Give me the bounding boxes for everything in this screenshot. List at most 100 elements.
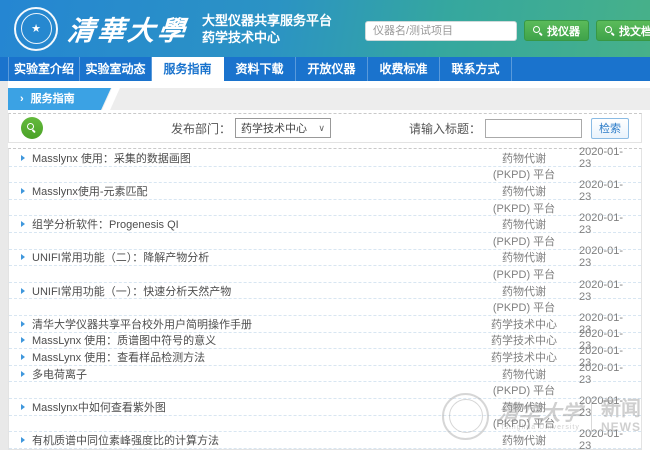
bullet-arrow-icon xyxy=(21,288,25,294)
search-circle-icon xyxy=(21,117,43,139)
filter-panel: 发布部门： 药学技术中心 ∨ 请输入标题： 检索 xyxy=(8,113,642,143)
article-title[interactable]: UNIFI常用功能（二）：降解产物分析 xyxy=(9,249,469,265)
department-label: 发布部门： xyxy=(171,120,231,137)
article-department: 药物代谢 xyxy=(469,216,579,232)
article-date: 2020-01-23 xyxy=(579,245,641,269)
breadcrumb: › 服务指南 xyxy=(8,88,111,110)
article-title[interactable]: 清华大学仪器共享平台校外用户简明操作手册 xyxy=(9,316,469,332)
tab-downloads[interactable]: 资料下载 xyxy=(224,57,296,81)
main-nav: 实验室介绍实验室动态服务指南资料下载开放仪器收费标准联系方式 xyxy=(0,57,650,81)
list-item-continuation: (PKPD) 平台 xyxy=(9,167,641,184)
list-item: UNIFI常用功能（一）：快速分析天然产物药物代谢2020-01-23 xyxy=(9,283,641,300)
emblem-star-icon: ★ xyxy=(21,13,52,44)
search-icon xyxy=(533,26,543,36)
find-instrument-label: 找仪器 xyxy=(547,23,580,39)
search-submit-button[interactable]: 检索 xyxy=(591,118,629,139)
search-icon xyxy=(605,26,615,36)
article-title[interactable]: 有机质谱中同位素峰强度比的计算方法 xyxy=(9,432,469,448)
list-item: Masslynx使用-元素匹配药物代谢2020-01-23 xyxy=(9,183,641,200)
article-department-line2: (PKPD) 平台 xyxy=(469,382,579,398)
article-title[interactable]: 组学分析软件：Progenesis QI xyxy=(9,216,469,232)
instrument-search-input[interactable] xyxy=(365,21,517,41)
breadcrumb-bar: › 服务指南 xyxy=(8,88,650,110)
article-department-line2: (PKPD) 平台 xyxy=(469,415,579,431)
bullet-arrow-icon xyxy=(21,337,25,343)
list-item-continuation: (PKPD) 平台 xyxy=(9,382,641,399)
site-titles: 大型仪器共享服务平台 药学技术中心 xyxy=(202,12,332,46)
find-document-label: 找文档 xyxy=(619,23,650,39)
list-item: Masslynx 使用：采集的数据画图药物代谢2020-01-23 xyxy=(9,150,641,167)
title-search-input[interactable] xyxy=(485,119,582,138)
article-title[interactable]: MassLynx 使用：查看样品检测方法 xyxy=(9,349,469,365)
article-department-line2: (PKPD) 平台 xyxy=(469,200,579,216)
article-title-text: UNIFI常用功能（一）：快速分析天然产物 xyxy=(32,283,231,299)
find-instrument-button[interactable]: 找仪器 xyxy=(524,20,589,41)
article-date: 2020-01-23 xyxy=(579,146,641,170)
tab-open-instruments[interactable]: 开放仪器 xyxy=(296,57,368,81)
article-department-line2: (PKPD) 平台 xyxy=(469,166,579,182)
article-title[interactable]: Masslynx使用-元素匹配 xyxy=(9,183,469,199)
list-item: Masslynx中如何查看紫外图药物代谢2020-01-23 xyxy=(9,399,641,416)
bullet-arrow-icon xyxy=(21,321,25,327)
list-item-continuation: (PKPD) 平台 xyxy=(9,416,641,433)
article-department: 药物代谢 xyxy=(469,183,579,199)
article-date: 2020-01-23 xyxy=(579,428,641,450)
article-department: 药物代谢 xyxy=(469,432,579,448)
article-title[interactable]: Masslynx中如何查看紫外图 xyxy=(9,399,469,415)
breadcrumb-label: 服务指南 xyxy=(31,93,75,105)
tab-fee-standards[interactable]: 收费标准 xyxy=(368,57,440,81)
article-title-text: MassLynx 使用：查看样品检测方法 xyxy=(32,349,205,365)
site-header: ★ 清華大學 大型仪器共享服务平台 药学技术中心 找仪器 找文档 xyxy=(0,0,650,57)
article-title-text: 有机质谱中同位素峰强度比的计算方法 xyxy=(32,432,219,448)
tab-lab-news[interactable]: 实验室动态 xyxy=(80,57,152,81)
list-item-continuation: (PKPD) 平台 xyxy=(9,266,641,283)
article-department-line2: (PKPD) 平台 xyxy=(469,299,579,315)
article-date: 2020-01-23 xyxy=(579,279,641,303)
article-title-text: Masslynx 使用：采集的数据画图 xyxy=(32,150,191,166)
list-item: MassLynx 使用：查看样品检测方法药学技术中心2020-01-23 xyxy=(9,349,641,366)
department-selected-value: 药学技术中心 xyxy=(241,120,307,136)
article-title[interactable]: UNIFI常用功能（一）：快速分析天然产物 xyxy=(9,283,469,299)
tab-lab-intro[interactable]: 实验室介绍 xyxy=(8,57,80,81)
article-title-text: Masslynx中如何查看紫外图 xyxy=(32,399,166,415)
article-department: 药物代谢 xyxy=(469,150,579,166)
article-title[interactable]: Masslynx 使用：采集的数据画图 xyxy=(9,150,469,166)
title-search-label: 请输入标题： xyxy=(409,120,481,137)
chevron-right-icon: › xyxy=(20,93,24,105)
article-list: Masslynx 使用：采集的数据画图药物代谢2020-01-23(PKPD) … xyxy=(8,148,642,450)
department-filter-group: 发布部门： 药学技术中心 ∨ xyxy=(171,118,331,138)
article-date: 2020-01-23 xyxy=(579,212,641,236)
article-department-line2: (PKPD) 平台 xyxy=(469,266,579,282)
article-title-text: MassLynx 使用：质谱图中符号的意义 xyxy=(32,332,216,348)
list-item-continuation: (PKPD) 平台 xyxy=(9,233,641,250)
article-department: 药物代谢 xyxy=(469,249,579,265)
article-date: 2020-01-23 xyxy=(579,362,641,386)
tab-service-guide[interactable]: 服务指南 xyxy=(152,57,224,81)
center-title: 药学技术中心 xyxy=(202,29,332,46)
platform-title: 大型仪器共享服务平台 xyxy=(202,12,332,29)
list-item: 组学分析软件：Progenesis QI药物代谢2020-01-23 xyxy=(9,216,641,233)
article-title-text: 组学分析软件：Progenesis QI xyxy=(32,216,179,232)
tsinghua-emblem-logo: ★ xyxy=(14,7,58,51)
list-item-continuation: (PKPD) 平台 xyxy=(9,299,641,316)
list-item: 多电荷离子药物代谢2020-01-23 xyxy=(9,366,641,383)
bullet-arrow-icon xyxy=(21,221,25,227)
article-title-text: 清华大学仪器共享平台校外用户简明操作手册 xyxy=(32,316,252,332)
bullet-arrow-icon xyxy=(21,254,25,260)
page-left-margin xyxy=(0,81,8,450)
article-title-text: UNIFI常用功能（二）：降解产物分析 xyxy=(32,249,209,265)
article-title-text: Masslynx使用-元素匹配 xyxy=(32,183,148,199)
department-select[interactable]: 药学技术中心 ∨ xyxy=(235,118,331,138)
bullet-arrow-icon xyxy=(21,371,25,377)
article-title[interactable]: MassLynx 使用：质谱图中符号的意义 xyxy=(9,332,469,348)
page: ★ 清華大學 大型仪器共享服务平台 药学技术中心 找仪器 找文档 实验室介绍实验… xyxy=(0,0,650,450)
title-filter-group: 请输入标题： 检索 xyxy=(409,118,629,139)
find-document-button[interactable]: 找文档 xyxy=(596,20,650,41)
article-department: 药学技术中心 xyxy=(469,332,579,348)
article-title[interactable]: 多电荷离子 xyxy=(9,366,469,382)
header-search-area: 找仪器 找文档 xyxy=(365,20,650,41)
bullet-arrow-icon xyxy=(21,155,25,161)
tab-contact[interactable]: 联系方式 xyxy=(440,57,512,81)
bullet-arrow-icon xyxy=(21,404,25,410)
search-icon xyxy=(27,123,38,134)
